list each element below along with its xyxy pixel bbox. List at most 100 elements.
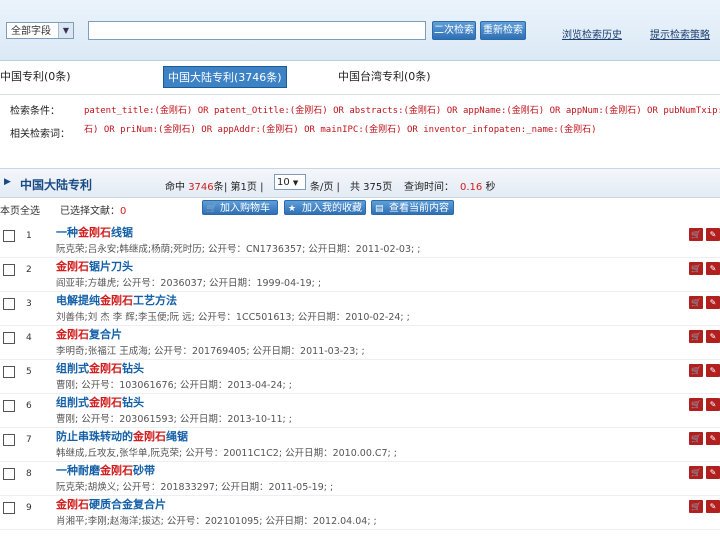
result-row: 8 一种耐磨金刚石砂带阮克荣;胡焕义; 公开号：201833297; 公开日期：2… [0, 464, 720, 498]
query-time: 0.16 秒 [460, 182, 496, 193]
favorite-icon[interactable]: ✎ [706, 466, 720, 479]
result-row: 7 防止串珠转动的金刚石绳锯韩继成,丘攻友,张华单,阮克荣; 公开号：20011C… [0, 430, 720, 464]
selected-count: 已选择文献：0 [60, 206, 127, 217]
result-checkbox[interactable] [3, 332, 15, 344]
result-number: 6 [26, 401, 32, 411]
new-search-button[interactable]: 重新检索 [480, 21, 526, 40]
result-title-link[interactable]: 金刚石锯片刀头 [56, 258, 133, 274]
query-condition-text: patent_title:(金刚石) OR patent_Otitle:(金刚石… [84, 106, 720, 116]
result-title-link[interactable]: 一种耐磨金刚石砂带 [56, 462, 155, 478]
favorite-icon[interactable]: ✎ [706, 262, 720, 275]
result-row: 9 金刚石硬质合金复合片肖湘平;李刚;赵海洋;拔达; 公开号：202101095;… [0, 498, 720, 532]
result-meta: 肖湘平;李刚;赵海洋;拔达; 公开号：202101095; 公开日期：2012.… [56, 516, 377, 527]
source-tab-mainland[interactable]: 中国大陆专利(3746条) [163, 66, 287, 88]
highlight-term: 金刚石 [89, 396, 122, 409]
select-all-link[interactable]: 本页全选 [0, 202, 40, 217]
result-row: 4 金刚石复合片 李明奇;张福江 王成海; 公开号：201769405; 公开日期：… [0, 328, 720, 362]
highlight-term: 金刚石 [56, 498, 89, 511]
result-checkbox[interactable] [3, 434, 15, 446]
result-title-link[interactable]: 一种金刚石线锯 [56, 224, 133, 240]
result-number: 1 [26, 231, 32, 241]
result-meta: 曹刚; 公开号：203061593; 公开日期：2013-10-11; ; [56, 414, 292, 425]
search-input[interactable] [88, 21, 426, 40]
cart-icon[interactable]: 🛒 [689, 296, 703, 309]
highlight-term: 金刚石 [56, 260, 89, 273]
highlight-term: 金刚石 [133, 430, 166, 443]
cart-icon[interactable]: 🛒 [689, 262, 703, 275]
query-condition-label: 检索条件： [10, 106, 60, 117]
hit-count-value: 3746 [188, 182, 214, 193]
result-title-link[interactable]: 金刚石复合片 [56, 326, 122, 342]
cart-icon: 🛒 [206, 204, 218, 214]
result-row: 3 电解提纯金刚石工艺方法刘善伟;刘 杰 李 辉;李玉便;阮 远; 公开号：1CC… [0, 294, 720, 328]
result-checkbox[interactable] [3, 400, 15, 412]
result-row: 1 一种金刚石线锯阮克荣;吕永安;韩继成;杨荫;死时历; 公开号：CN173635… [0, 226, 720, 260]
search-history-link[interactable]: 浏览检索历史 [562, 26, 622, 41]
result-checkbox[interactable] [3, 366, 15, 378]
result-number: 3 [26, 299, 32, 309]
result-checkbox[interactable] [3, 502, 15, 514]
highlight-term: 金刚石 [100, 294, 133, 307]
result-meta: 阎亚菲;方雄虎; 公开号：2036037; 公开日期：1999-04-19; ; [56, 278, 322, 289]
field-select[interactable]: 全部字段 ▼ [6, 22, 74, 39]
add-to-cart-button[interactable]: 🛒 加入购物车 [202, 200, 278, 215]
result-checkbox[interactable] [3, 264, 15, 276]
current-page: | 第1页 | [224, 182, 264, 193]
result-number: 5 [26, 367, 32, 377]
results-header: ▶ 中国大陆专利 命中 3746条 | 第1页 | 10 ▼ 条/页 | 共 3… [0, 168, 720, 198]
arrow-right-icon: ▶ [4, 177, 11, 187]
query-condition-text-cont: 石) OR priNum:(金刚石) OR appAddr:(金刚石) OR m… [84, 125, 597, 135]
result-meta: 刘善伟;刘 杰 李 辉;李玉便;阮 远; 公开号：1CC501613; 公开日期… [56, 312, 410, 323]
result-row: 6 组削式金刚石钻头曹刚; 公开号：203061593; 公开日期：2013-10… [0, 396, 720, 430]
cart-icon[interactable]: 🛒 [689, 500, 703, 513]
total-pages: 共 375页 [350, 182, 393, 193]
favorite-icon[interactable]: ✎ [706, 500, 720, 513]
result-row: 5 组削式金刚石钻头曹刚; 公开号：103061676; 公开日期：2013-04… [0, 362, 720, 396]
results-title: 中国大陆专利 [20, 178, 93, 192]
highlight-term: 金刚石 [89, 362, 122, 375]
result-title-link[interactable]: 组削式金刚石钻头 [56, 394, 144, 410]
result-title-link[interactable]: 防止串珠转动的金刚石绳锯 [56, 428, 188, 444]
source-tab-taiwan[interactable]: 中国台湾专利(0条) [338, 68, 431, 84]
result-title-link[interactable]: 电解提纯金刚石工艺方法 [56, 292, 177, 308]
result-number: 7 [26, 435, 32, 445]
result-checkbox[interactable] [3, 468, 15, 480]
favorite-icon[interactable]: ✎ [706, 296, 720, 309]
chevron-down-icon: ▼ [292, 179, 299, 187]
result-title-link[interactable]: 金刚石硬质合金复合片 [56, 496, 166, 512]
cart-icon[interactable]: 🛒 [689, 364, 703, 377]
result-meta: 曹刚; 公开号：103061676; 公开日期：2013-04-24; ; [56, 380, 292, 391]
result-title-link[interactable]: 组削式金刚石钻头 [56, 360, 144, 376]
search-tips-link[interactable]: 提示检索策略 [650, 26, 710, 41]
cart-icon[interactable]: 🛒 [689, 228, 703, 241]
favorite-icon[interactable]: ✎ [706, 398, 720, 411]
result-checkbox[interactable] [3, 230, 15, 242]
result-meta: 韩继成,丘攻友,张华单,阮克荣; 公开号：20011C1C2; 公开日期：201… [56, 448, 397, 459]
result-checkbox[interactable] [3, 298, 15, 310]
favorite-icon[interactable]: ✎ [706, 228, 720, 241]
add-to-favorites-button[interactable]: ★ 加入我的收藏 [284, 200, 366, 215]
source-tab-china-patent[interactable]: 中国专利(0条) [0, 68, 71, 84]
cart-icon[interactable]: 🛒 [689, 398, 703, 411]
cart-icon[interactable]: 🛒 [689, 330, 703, 343]
secondary-search-button[interactable]: 二次检索 [432, 21, 476, 40]
result-number: 4 [26, 333, 32, 343]
favorite-icon[interactable]: ✎ [706, 364, 720, 377]
result-number: 8 [26, 469, 32, 479]
selection-toolbar: 本页全选 已选择文献：0 🛒 加入购物车 ★ 加入我的收藏 ▤ 查看当前内容 [0, 198, 720, 218]
result-number: 9 [26, 503, 32, 513]
highlight-term: 金刚石 [100, 464, 133, 477]
result-row: 2 金刚石锯片刀头 阎亚菲;方雄虎; 公开号：2036037; 公开日期：1999-… [0, 260, 720, 294]
query-time-label: 查询时间： [404, 182, 454, 193]
hit-count: 命中 3746条 [165, 182, 224, 193]
highlight-term: 金刚石 [78, 226, 111, 239]
per-page-unit: 条/页 | [310, 182, 340, 193]
result-meta: 阮克荣;吕永安;韩继成;杨荫;死时历; 公开号：CN1736357; 公开日期：… [56, 244, 421, 255]
view-content-button[interactable]: ▤ 查看当前内容 [371, 200, 454, 215]
cart-icon[interactable]: 🛒 [689, 432, 703, 445]
cart-icon[interactable]: 🛒 [689, 466, 703, 479]
result-meta: 阮克荣;胡焕义; 公开号：201833297; 公开日期：2011-05-19;… [56, 482, 334, 493]
favorite-icon[interactable]: ✎ [706, 330, 720, 343]
favorite-icon[interactable]: ✎ [706, 432, 720, 445]
per-page-select[interactable]: 10 ▼ [274, 174, 306, 190]
